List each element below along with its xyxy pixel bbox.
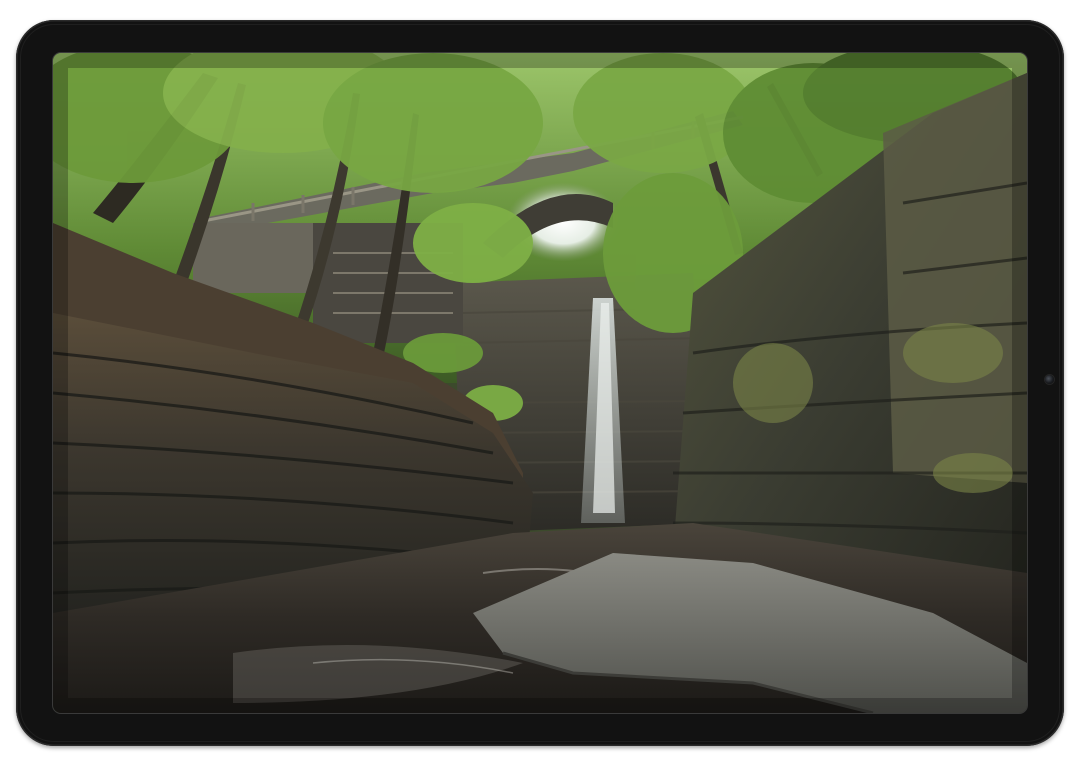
tablet-device bbox=[16, 20, 1064, 746]
front-camera-icon bbox=[1045, 375, 1054, 384]
canyon-waterfall-photo bbox=[53, 53, 1027, 713]
stage bbox=[0, 0, 1080, 768]
tablet-screen[interactable] bbox=[53, 53, 1027, 713]
